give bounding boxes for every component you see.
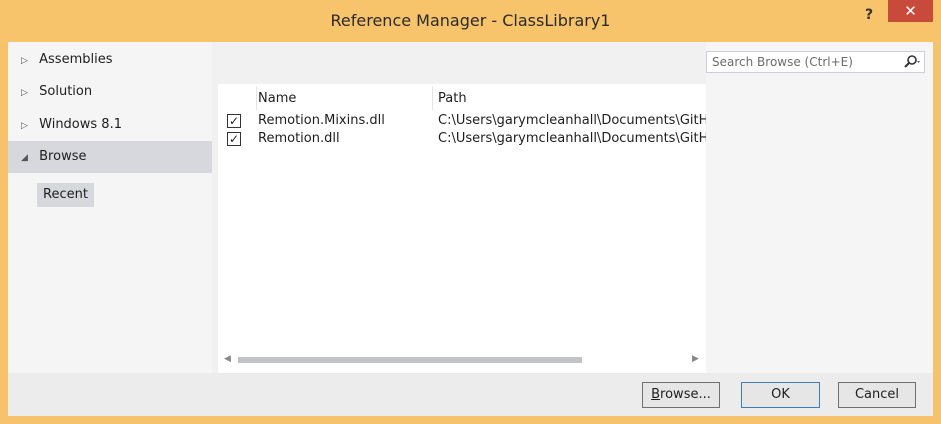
browse-button[interactable]: Browse... — [642, 382, 720, 408]
scroll-left-icon[interactable]: ◀ — [224, 354, 231, 364]
dialog-body: ▷ Assemblies ▷ Solution ▷ Windows 8.1 ◢ … — [8, 42, 933, 416]
reference-name: Remotion.dll — [258, 131, 340, 146]
collapse-arrow-icon: ◢ — [21, 153, 28, 163]
access-key: B — [651, 387, 661, 402]
reference-checkbox[interactable]: ✓ — [227, 132, 241, 146]
search-input[interactable]: Search Browse (Ctrl+E) — [712, 52, 853, 72]
horizontal-scrollbar[interactable]: ◀ ▶ — [218, 351, 706, 369]
details-pane: Search Browse (Ctrl+E) — [706, 42, 933, 373]
ok-button[interactable]: OK — [741, 382, 820, 408]
search-icon[interactable] — [903, 54, 921, 70]
search-box[interactable]: Search Browse (Ctrl+E) — [706, 51, 925, 73]
browse-button-label: rowse... — [660, 387, 711, 402]
table-row[interactable]: ✓ Remotion.dll C:\Users\garymcleanhall\D… — [218, 130, 706, 148]
column-header-name[interactable]: Name — [258, 88, 296, 110]
reference-path: C:\Users\garymcleanhall\Documents\GitH — [438, 131, 706, 146]
reference-manager-window: Reference Manager - ClassLibrary1 ? ✕ ▷ … — [0, 0, 941, 424]
category-sidebar: ▷ Assemblies ▷ Solution ▷ Windows 8.1 ◢ … — [8, 42, 212, 373]
close-button[interactable]: ✕ — [888, 0, 933, 22]
reference-list: Name Path ✓ Remotion.Mixins.dll C:\Users… — [218, 84, 706, 373]
sidebar-item-windows[interactable]: ▷ Windows 8.1 — [8, 109, 212, 141]
column-header-path[interactable]: Path — [438, 88, 467, 110]
sidebar-item-label: Solution — [39, 84, 93, 99]
help-button[interactable]: ? — [856, 4, 882, 26]
sidebar-item-assemblies[interactable]: ▷ Assemblies — [8, 44, 212, 76]
reference-path: C:\Users\garymcleanhall\Documents\GitH — [438, 113, 706, 128]
sidebar-item-browse[interactable]: ◢ Browse — [8, 141, 212, 173]
scroll-right-icon[interactable]: ▶ — [692, 354, 699, 364]
sidebar-subitem-recent[interactable]: Recent — [37, 183, 94, 207]
sidebar-item-label: Windows 8.1 — [39, 117, 122, 132]
sidebar-item-solution[interactable]: ▷ Solution — [8, 76, 212, 108]
dialog-footer: Browse... OK Cancel — [8, 373, 933, 416]
window-title: Reference Manager - ClassLibrary1 — [330, 11, 611, 30]
reference-checkbox[interactable]: ✓ — [227, 114, 241, 128]
column-divider[interactable] — [432, 86, 433, 110]
column-divider — [256, 86, 257, 110]
scrollbar-thumb[interactable] — [238, 357, 582, 363]
sidebar-item-label: Assemblies — [39, 52, 113, 67]
sidebar-item-label: Browse — [39, 149, 87, 164]
cancel-button[interactable]: Cancel — [838, 382, 916, 408]
expand-arrow-icon: ▷ — [21, 56, 28, 66]
expand-arrow-icon: ▷ — [21, 121, 28, 131]
reference-name: Remotion.Mixins.dll — [258, 113, 385, 128]
title-bar[interactable]: Reference Manager - ClassLibrary1 ? ✕ — [0, 0, 941, 42]
table-row[interactable]: ✓ Remotion.Mixins.dll C:\Users\garymclea… — [218, 112, 706, 130]
expand-arrow-icon: ▷ — [21, 88, 28, 98]
